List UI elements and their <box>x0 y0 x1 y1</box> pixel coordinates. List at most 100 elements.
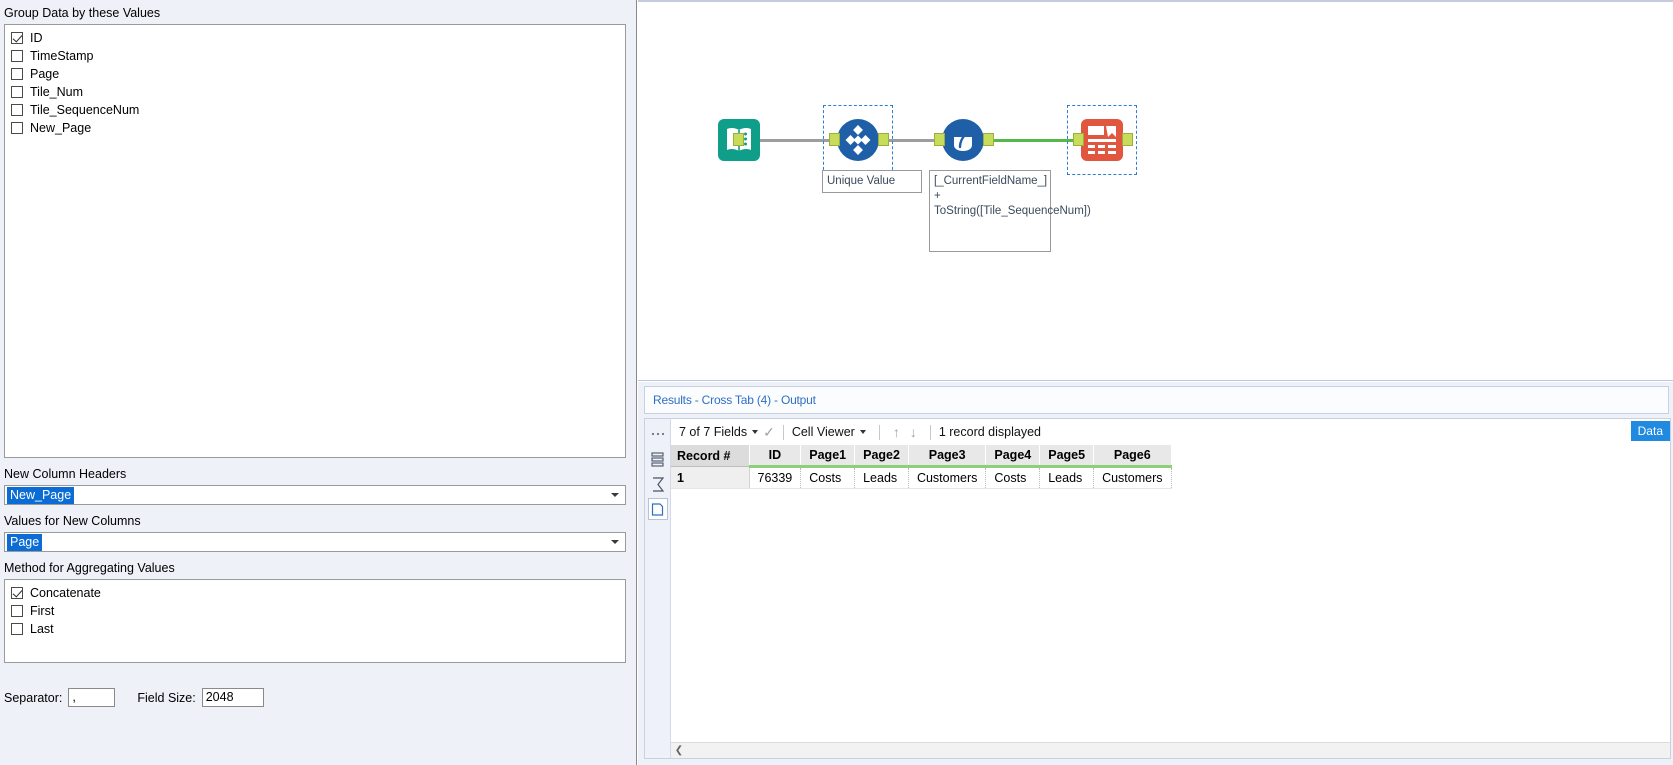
unique-tool-output-port[interactable] <box>878 133 889 146</box>
records-icon[interactable] <box>648 448 668 470</box>
formula-tool-icon <box>942 119 984 161</box>
group-field-label: TimeStamp <box>30 49 94 63</box>
checkbox-tile-sequencenum[interactable] <box>11 104 23 116</box>
ellipsis-icon[interactable] <box>648 423 668 445</box>
group-field-label: ID <box>30 31 43 45</box>
chevron-down-icon[interactable] <box>859 430 866 434</box>
checkbox-page[interactable] <box>11 68 23 80</box>
group-field-row[interactable]: New_Page <box>5 119 625 137</box>
method-option-row[interactable]: Concatenate <box>5 584 625 602</box>
separator-label: Separator: <box>4 690 63 705</box>
group-field-label: Tile_SequenceNum <box>30 103 140 117</box>
group-fields-listbox[interactable]: ID TimeStamp Page Tile_Num Tile_Sequence… <box>4 24 626 458</box>
cross-tab-output-port[interactable] <box>1122 133 1133 146</box>
checkbox-id[interactable] <box>11 32 23 44</box>
connector-formula-to-crosstab[interactable] <box>986 139 1082 142</box>
values-for-new-columns-dropdown[interactable]: Page <box>4 532 626 552</box>
group-field-label: Tile_Num <box>30 85 84 99</box>
checkbox-tile-num[interactable] <box>11 86 23 98</box>
cell-page4: Costs <box>985 466 1041 489</box>
column-header-page6[interactable]: Page6 <box>1093 445 1172 468</box>
table-row[interactable]: 1 76339 Costs Leads Customers Costs Lead… <box>671 466 1172 489</box>
results-pane: Results - Cross Tab (4) - Output 7 of 7 … <box>638 382 1673 765</box>
group-section-label: Group Data by these Values <box>4 6 161 20</box>
workflow-canvas[interactable]: Unique Value [_CurrentFieldName_] + ToSt… <box>638 0 1673 381</box>
checkbox-first[interactable] <box>11 605 23 617</box>
column-header-id[interactable]: ID <box>749 445 802 468</box>
column-header-page5[interactable]: Page5 <box>1039 445 1095 468</box>
group-field-label: New_Page <box>30 121 92 135</box>
cell-page3: Customers <box>908 466 987 489</box>
method-section-label: Method for Aggregating Values <box>4 561 175 575</box>
metadata-icon[interactable] <box>647 498 668 520</box>
chevron-down-icon[interactable] <box>752 430 759 434</box>
horizontal-scrollbar[interactable]: ❮ <box>671 742 1670 758</box>
formula-annotation[interactable]: [_CurrentFieldName_] + ToString([Tile_Se… <box>929 170 1091 252</box>
results-table: Record # ID Page1 Page2 Page3 Page4 Page… <box>671 445 1172 489</box>
results-side-rail[interactable] <box>645 419 671 758</box>
chevron-down-icon[interactable] <box>611 540 619 544</box>
checkbox-last[interactable] <box>11 623 23 635</box>
new-column-headers-value: New_Page <box>7 486 75 504</box>
new-column-headers-label: New Column Headers <box>4 467 127 481</box>
values-for-new-columns-value: Page <box>7 533 43 551</box>
cell-record-no: 1 <box>671 466 750 489</box>
cell-id: 76339 <box>749 466 802 489</box>
method-option-row[interactable]: Last <box>5 620 625 638</box>
profile-icon[interactable] <box>648 473 668 495</box>
cross-tab-tool[interactable] <box>1067 105 1137 175</box>
results-body: 7 of 7 Fields ✓ Cell Viewer ↑ ↓ 1 record… <box>644 418 1671 759</box>
cell-page1: Costs <box>800 466 856 489</box>
column-header-page2[interactable]: Page2 <box>854 445 909 468</box>
column-header-page4[interactable]: Page4 <box>985 445 1041 468</box>
column-header-page3[interactable]: Page3 <box>908 445 987 468</box>
fields-label: 7 of 7 Fields <box>679 425 748 439</box>
table-header-row: Record # ID Page1 Page2 Page3 Page4 Page… <box>671 445 1172 468</box>
column-header-record-no[interactable]: Record # <box>671 445 750 467</box>
group-field-row[interactable]: Tile_Num <box>5 83 625 101</box>
cell-page2: Leads <box>854 466 909 489</box>
group-field-row[interactable]: TimeStamp <box>5 47 625 65</box>
input-data-output-port[interactable] <box>733 133 744 146</box>
checkbox-concatenate[interactable] <box>11 587 23 599</box>
cell-viewer-selector[interactable]: Cell Viewer <box>792 425 866 439</box>
results-toolbar[interactable]: 7 of 7 Fields ✓ Cell Viewer ↑ ↓ 1 record… <box>671 419 1670 445</box>
formula-tool-output-port[interactable] <box>983 133 994 146</box>
arrow-up-icon[interactable]: ↑ <box>893 424 900 440</box>
formula-tool[interactable] <box>940 117 986 163</box>
method-option-label: First <box>30 604 55 618</box>
arrow-down-icon[interactable]: ↓ <box>910 424 917 440</box>
checkbox-timestamp[interactable] <box>11 50 23 62</box>
unique-value-annotation[interactable]: Unique Value <box>822 170 922 193</box>
formula-tool-input-port[interactable] <box>934 133 945 146</box>
cross-tab-tool-icon <box>1081 119 1123 161</box>
method-option-row[interactable]: First <box>5 602 625 620</box>
group-field-row[interactable]: ID <box>5 29 625 47</box>
method-option-label: Concatenate <box>30 586 101 600</box>
cross-tab-config-panel: Group Data by these Values ID TimeStamp … <box>0 0 637 765</box>
scroll-left-icon[interactable]: ❮ <box>671 745 687 756</box>
cell-page6: Customers <box>1093 466 1172 489</box>
cell-viewer-label: Cell Viewer <box>791 425 855 439</box>
group-field-row[interactable]: Page <box>5 65 625 83</box>
toolbar-divider <box>878 424 880 440</box>
fields-selector[interactable]: 7 of 7 Fields <box>679 425 759 439</box>
group-field-label: Page <box>30 67 60 81</box>
chevron-down-icon[interactable] <box>611 493 619 497</box>
separator-fieldsize-row: Separator: , Field Size: 2048 <box>4 688 264 707</box>
record-count-label: 1 record displayed <box>938 425 1041 439</box>
separator-input[interactable]: , <box>68 688 116 707</box>
data-badge[interactable]: Data <box>1630 421 1670 441</box>
aggregation-method-listbox[interactable]: Concatenate First Last <box>4 579 626 663</box>
unique-tool-input-port[interactable] <box>829 133 840 146</box>
group-field-row[interactable]: Tile_SequenceNum <box>5 101 625 119</box>
checkbox-new-page[interactable] <box>11 122 23 134</box>
field-size-input[interactable]: 2048 <box>201 688 264 707</box>
cross-tab-input-port[interactable] <box>1073 133 1084 146</box>
cell-page5: Leads <box>1039 466 1095 489</box>
new-column-headers-dropdown[interactable]: New_Page <box>4 485 626 505</box>
check-icon[interactable]: ✓ <box>763 424 775 441</box>
column-header-page1[interactable]: Page1 <box>800 445 856 468</box>
values-for-new-columns-label: Values for New Columns <box>4 514 141 528</box>
unique-tool[interactable] <box>823 105 893 175</box>
